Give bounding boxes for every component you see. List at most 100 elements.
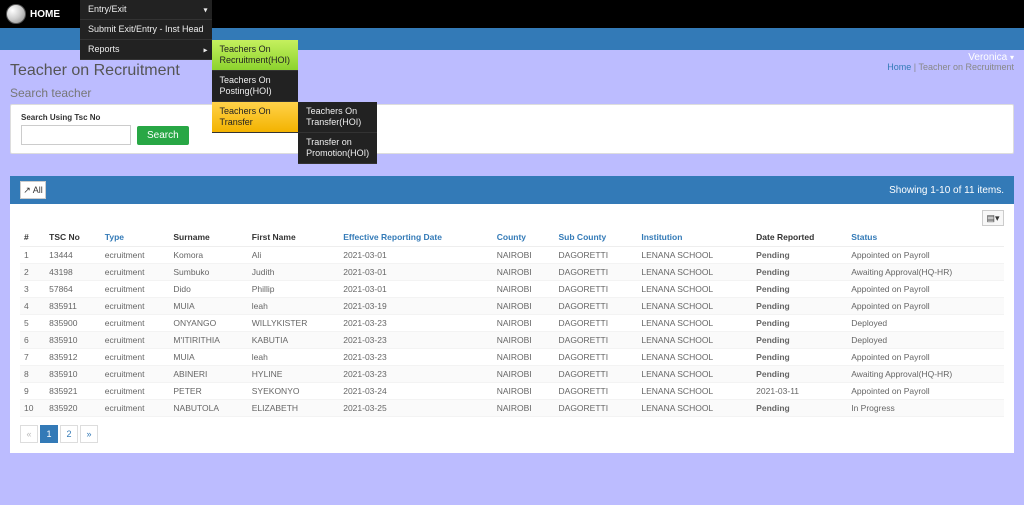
cell-type: ecruitment <box>101 247 170 264</box>
cell-status: Appointed on Payroll <box>847 281 1004 298</box>
col-first-name[interactable]: First Name <box>248 228 339 247</box>
cell-sub: DAGORETTI <box>555 298 638 315</box>
cell-type: ecruitment <box>101 315 170 332</box>
cell-inst: LENANA SCHOOL <box>637 400 752 417</box>
page-next[interactable]: » <box>80 425 98 443</box>
cell-tsc[interactable]: 835911 <box>45 298 101 315</box>
menu-reports[interactable]: Reports Teachers On Recruitment(HOI) Tea… <box>80 40 212 60</box>
cell-status: Appointed on Payroll <box>847 298 1004 315</box>
table-row: 6835910ecruitmentM'ITIRITHIAKABUTIA2021-… <box>20 332 1004 349</box>
cell-idx: 8 <box>20 366 45 383</box>
cell-tsc[interactable]: 835910 <box>45 332 101 349</box>
page-1[interactable]: 1 <box>40 425 58 443</box>
cell-inst: LENANA SCHOOL <box>637 264 752 281</box>
col-status[interactable]: Status <box>847 228 1004 247</box>
cell-eff: 2021-03-01 <box>339 281 493 298</box>
cell-status: Awaiting Approval(HQ-HR) <box>847 264 1004 281</box>
cell-sub: DAGORETTI <box>555 264 638 281</box>
cell-type: ecruitment <box>101 366 170 383</box>
col-date-reported[interactable]: Date Reported <box>752 228 847 247</box>
home-link[interactable]: HOME <box>30 9 60 20</box>
cell-eff: 2021-03-01 <box>339 264 493 281</box>
cell-status: Deployed <box>847 332 1004 349</box>
cell-type: ecruitment <box>101 298 170 315</box>
user-caret-icon: ▾ <box>1010 53 1014 62</box>
cell-status: In Progress <box>847 400 1004 417</box>
cell-inst: LENANA SCHOOL <box>637 298 752 315</box>
submenu-transfer[interactable]: Teachers On Transfer Teachers On Transfe… <box>212 102 299 133</box>
col-institution[interactable]: Institution <box>637 228 752 247</box>
cell-dr: Pending <box>752 298 847 315</box>
cell-eff: 2021-03-23 <box>339 332 493 349</box>
cell-tsc[interactable]: 835920 <box>45 400 101 417</box>
cell-first: HYLINE <box>248 366 339 383</box>
cell-tsc[interactable]: 835910 <box>45 366 101 383</box>
cell-status: Appointed on Payroll <box>847 349 1004 366</box>
cell-dr: Pending <box>752 247 847 264</box>
search-panel: Search Using Tsc No Search <box>10 104 1014 154</box>
submenu-promotion[interactable]: Transfer on Promotion(HOI) <box>298 133 377 164</box>
col-idx[interactable]: # <box>20 228 45 247</box>
cell-surname: M'ITIRITHIA <box>169 332 247 349</box>
breadcrumb-current: Teacher on Recruitment <box>918 62 1014 72</box>
cell-surname: Sumbuko <box>169 264 247 281</box>
cell-surname: ONYANGO <box>169 315 247 332</box>
table-row: 10835920ecruitmentNABUTOLAELIZABETH2021-… <box>20 400 1004 417</box>
col-county[interactable]: County <box>493 228 555 247</box>
submenu-posting[interactable]: Teachers On Posting(HOI) <box>212 71 299 102</box>
cell-inst: LENANA SCHOOL <box>637 332 752 349</box>
user-menu[interactable]: Veronica ▾ <box>968 52 1014 63</box>
menu-submit-exit-entry[interactable]: Submit Exit/Entry - Inst Head <box>80 20 212 40</box>
cell-tsc[interactable]: 13444 <box>45 247 101 264</box>
col-sub-county[interactable]: Sub County <box>555 228 638 247</box>
results-table: # TSC No Type Surname First Name Effecti… <box>20 228 1004 417</box>
cell-tsc[interactable]: 835921 <box>45 383 101 400</box>
cell-tsc[interactable]: 57864 <box>45 281 101 298</box>
submenu-recruitment[interactable]: Teachers On Recruitment(HOI) <box>212 40 299 71</box>
col-type[interactable]: Type <box>101 228 170 247</box>
col-tsc-no[interactable]: TSC No <box>45 228 101 247</box>
cell-idx: 4 <box>20 298 45 315</box>
cell-status: Appointed on Payroll <box>847 383 1004 400</box>
cell-sub: DAGORETTI <box>555 383 638 400</box>
col-surname[interactable]: Surname <box>169 228 247 247</box>
cell-sub: DAGORETTI <box>555 349 638 366</box>
cell-first: leah <box>248 298 339 315</box>
results-header: ↗ All Showing 1-10 of 11 items. <box>10 176 1014 204</box>
cell-idx: 6 <box>20 332 45 349</box>
export-button[interactable]: ▤▾ <box>982 210 1004 226</box>
page-prev[interactable]: « <box>20 425 38 443</box>
expand-all-button[interactable]: ↗ All <box>20 181 46 199</box>
cell-county: NAIROBI <box>493 400 555 417</box>
tsc-search-input[interactable] <box>21 125 131 145</box>
cell-tsc[interactable]: 835912 <box>45 349 101 366</box>
cell-surname: Komora <box>169 247 247 264</box>
results-summary: Showing 1-10 of 11 items. <box>889 185 1004 196</box>
cell-status: Deployed <box>847 315 1004 332</box>
cell-tsc[interactable]: 835900 <box>45 315 101 332</box>
search-button[interactable]: Search <box>137 126 189 145</box>
cell-surname: Dido <box>169 281 247 298</box>
menu-entry-exit[interactable]: Entry/Exit <box>80 0 212 20</box>
col-eff-date[interactable]: Effective Reporting Date <box>339 228 493 247</box>
cell-surname: MUIA <box>169 298 247 315</box>
cell-first: SYEKONYO <box>248 383 339 400</box>
cell-county: NAIROBI <box>493 366 555 383</box>
cell-eff: 2021-03-23 <box>339 349 493 366</box>
table-row: 113444ecruitmentKomoraAli2021-03-01NAIRO… <box>20 247 1004 264</box>
cell-eff: 2021-03-24 <box>339 383 493 400</box>
transfer-submenu: Teachers On Transfer(HOI) Transfer on Pr… <box>298 102 377 164</box>
page-2[interactable]: 2 <box>60 425 78 443</box>
cell-eff: 2021-03-23 <box>339 315 493 332</box>
table-row: 9835921ecruitmentPETERSYEKONYO2021-03-24… <box>20 383 1004 400</box>
breadcrumb-home[interactable]: Home <box>887 62 911 72</box>
search-heading: Search teacher <box>10 86 1014 100</box>
cell-type: ecruitment <box>101 400 170 417</box>
cell-county: NAIROBI <box>493 315 555 332</box>
cell-eff: 2021-03-23 <box>339 366 493 383</box>
submenu-transfer-hoi[interactable]: Teachers On Transfer(HOI) <box>298 102 377 133</box>
cell-type: ecruitment <box>101 281 170 298</box>
cell-tsc[interactable]: 43198 <box>45 264 101 281</box>
cell-inst: LENANA SCHOOL <box>637 383 752 400</box>
cell-first: KABUTIA <box>248 332 339 349</box>
